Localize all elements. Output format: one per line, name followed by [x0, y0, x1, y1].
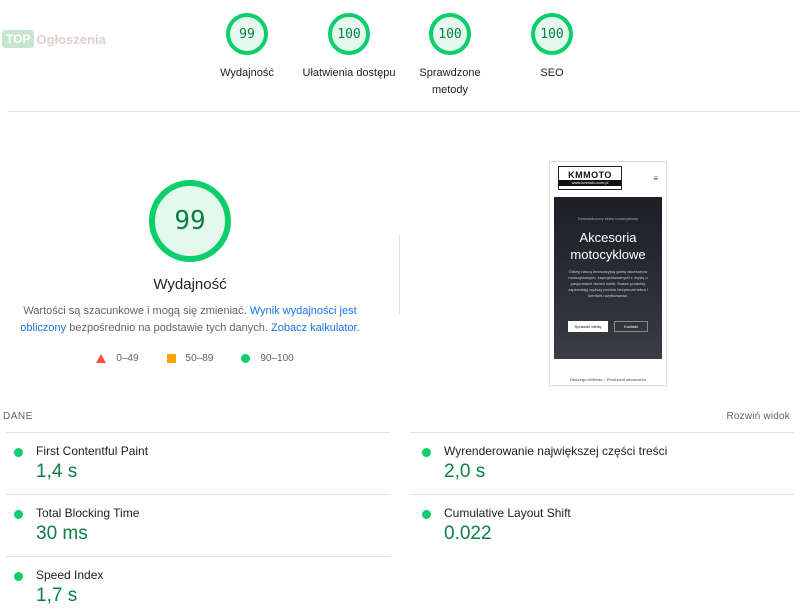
- gauge-score: 100: [328, 13, 370, 55]
- metric-value: 1,7 s: [36, 585, 78, 606]
- score-legend: 0–49 50–89 90–100: [0, 353, 390, 364]
- metric-name: Cumulative Layout Shift: [444, 506, 571, 520]
- metric-name: Total Blocking Time: [36, 506, 140, 520]
- pass-circle-icon: [14, 510, 23, 519]
- performance-gauge: 99 Wydajność: [0, 180, 380, 293]
- gauge-best-practices[interactable]: 100 Sprawdzone metody: [400, 13, 500, 99]
- expand-view-button[interactable]: Rozwiń widok: [726, 411, 790, 422]
- hero-offer-button: Sprawdź ofertę: [568, 321, 608, 332]
- metric-divider: [5, 432, 390, 433]
- hero-kicker: Doświadczony sklep motocyklowy: [577, 216, 639, 221]
- pass-circle-icon: [14, 572, 23, 581]
- site-logo-url: www.kmmoto.com.pl: [559, 180, 621, 186]
- pass-circle-icon: [422, 510, 431, 519]
- hero-contact-button: Kontakt: [614, 321, 648, 332]
- header-divider: [8, 111, 800, 112]
- legend-range: 0–49: [116, 353, 139, 364]
- site-logo: KMMOTO www.kmmoto.com.pl: [558, 166, 622, 190]
- desc-text: .: [356, 322, 360, 334]
- desc-text: bezpośrednio na podstawie tych danych.: [66, 322, 272, 334]
- metric-divider: [5, 494, 390, 495]
- metric-name: First Contentful Paint: [36, 444, 149, 458]
- gauge-accessibility[interactable]: 100 Ułatwienia dostępu: [299, 13, 399, 82]
- gauge-score: 100: [429, 13, 471, 55]
- menu-icon: ≡: [653, 173, 658, 183]
- calculator-link[interactable]: Zobacz kalkulator: [271, 322, 357, 334]
- legend-pass: 90–100: [241, 353, 294, 364]
- hero-body: Odkryj naszą innowacyjną gamę akcesoriów…: [568, 269, 648, 298]
- vertical-divider: [399, 235, 400, 315]
- metrics-section-label: DANE: [3, 411, 33, 422]
- category-gauges: 99 Wydajność 100 Ułatwienia dostępu 100 …: [0, 13, 800, 113]
- pass-circle-icon: [422, 448, 431, 457]
- circle-icon: [241, 354, 251, 363]
- metric-name: Speed Index: [36, 568, 104, 582]
- performance-score: 99: [149, 180, 231, 262]
- legend-range: 50–89: [185, 353, 214, 364]
- desc-text: Wartości są szacunkowe i mogą się zmieni…: [23, 305, 250, 317]
- legend-range: 90–100: [260, 353, 294, 364]
- gauge-seo[interactable]: 100 SEO: [502, 13, 602, 82]
- metric-value: 0.022: [444, 523, 492, 544]
- gauge-label: SEO: [540, 67, 564, 79]
- metric-value: 2,0 s: [444, 461, 486, 482]
- gauge-score: 100: [531, 13, 573, 55]
- site-header: KMMOTO www.kmmoto.com.pl ≡: [550, 162, 666, 194]
- performance-description: Wartości są szacunkowe i mogą się zmieni…: [20, 303, 360, 337]
- metric-divider: [410, 494, 795, 495]
- gauge-performance[interactable]: 99 Wydajność: [197, 13, 297, 82]
- metric-divider: [410, 432, 795, 433]
- page-screenshot-thumbnail: KMMOTO www.kmmoto.com.pl ≡ Doświadczony …: [549, 161, 667, 386]
- performance-title: Wydajność: [153, 276, 227, 293]
- gauge-label: Ułatwienia dostępu: [302, 67, 396, 79]
- metric-name: Wyrenderowanie największej części treści: [444, 444, 668, 458]
- metric-divider: [5, 556, 390, 557]
- site-logo-text: KMMOTO: [568, 170, 612, 180]
- metric-value: 30 ms: [36, 523, 88, 544]
- hero-title: Akcesoria motocyklowe: [570, 230, 646, 262]
- pass-circle-icon: [14, 448, 23, 457]
- legend-fail: 0–49: [96, 353, 139, 364]
- gauge-score: 99: [226, 13, 268, 55]
- metric-value: 1,4 s: [36, 461, 78, 482]
- gauge-label: Sprawdzone metody: [419, 67, 481, 96]
- triangle-icon: [96, 354, 107, 363]
- gauge-label: Wydajność: [220, 67, 274, 79]
- square-icon: [166, 354, 176, 363]
- site-hero: Doświadczony sklep motocyklowy Akcesoria…: [554, 197, 662, 359]
- site-footer-text: Dlaczego KMMoto – Producent akcesoriów: [569, 377, 647, 382]
- legend-average: 50–89: [166, 353, 214, 364]
